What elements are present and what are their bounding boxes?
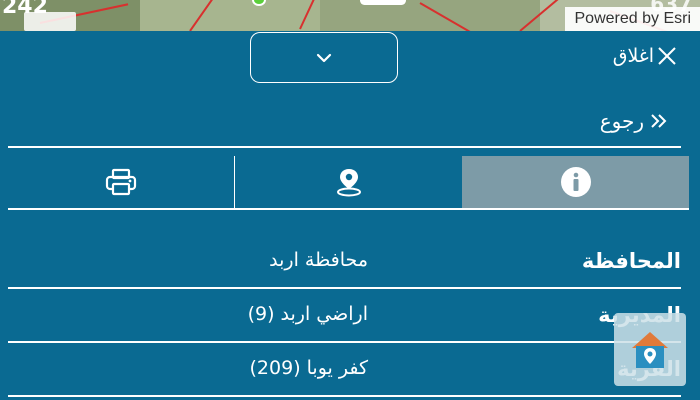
collapse-panel-button[interactable] (250, 32, 398, 83)
tab-info[interactable] (462, 156, 689, 208)
row-divider (8, 395, 681, 397)
attribute-row-governorate: المحافظة محافظة اربد (8, 237, 681, 289)
esri-attribution[interactable]: Powered by Esri (564, 7, 700, 31)
row-divider (8, 287, 681, 289)
back-label: رجوع (599, 109, 644, 133)
home-location-icon (632, 331, 668, 368)
close-icon (658, 47, 676, 65)
double-chevron-right-icon (651, 114, 667, 128)
back-button[interactable]: رجوع (600, 109, 668, 133)
attribute-value: كفر يوبا (209) (249, 357, 369, 379)
info-icon (560, 167, 591, 197)
printer-icon (105, 168, 137, 196)
close-button[interactable]: اغلاق (613, 45, 678, 67)
tab-print[interactable] (8, 156, 235, 208)
row-divider (8, 341, 681, 343)
map-terrain (140, 0, 320, 31)
location-pin-icon (336, 169, 361, 197)
chevron-down-icon (316, 53, 332, 62)
attribute-value: اراضي اربد (9) (247, 303, 368, 325)
map-terrain (320, 0, 540, 31)
divider (8, 146, 681, 148)
map-parcel-number: 242 (2, 0, 48, 19)
close-label: اغلاق (612, 45, 654, 67)
attribute-value: محافظة اربد (269, 249, 368, 271)
tab-location[interactable] (235, 156, 462, 208)
tab-bar (8, 156, 689, 210)
attribute-row-directorate: المديرية اراضي اربد (9) (8, 291, 681, 343)
map-label-blob (360, 0, 406, 5)
attribute-row-village: القرية كفر يوبا (209) (8, 345, 681, 397)
floating-home-button[interactable] (614, 313, 686, 386)
map-strip[interactable]: 242 637 Powered by Esri (0, 0, 700, 31)
attribute-key: المحافظة (581, 249, 681, 273)
